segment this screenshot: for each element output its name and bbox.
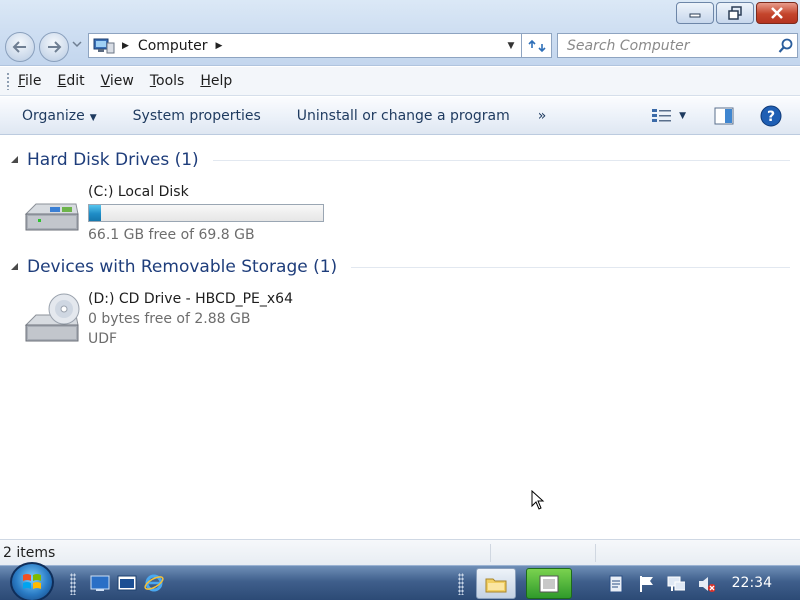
menu-edit[interactable]: Edit [57, 73, 84, 89]
search-input[interactable]: Search Computer [567, 38, 775, 54]
recent-pages-dropdown-icon[interactable] [72, 40, 82, 48]
item-count: 2 items [3, 544, 56, 561]
taskbar: 22:34 [0, 562, 800, 600]
app-window-icon [539, 575, 559, 592]
taskbar-grip[interactable] [70, 573, 76, 595]
show-desktop-icon[interactable] [90, 573, 110, 593]
menu-view[interactable]: View [101, 73, 134, 89]
taskbar-windows-explorer[interactable] [476, 568, 516, 599]
menu-help-access-key: H [200, 73, 211, 89]
drive-filesystem: UDF [88, 331, 118, 347]
refresh-button[interactable] [522, 33, 552, 58]
windows-logo-icon [23, 574, 41, 589]
group-divider [351, 266, 790, 268]
drive-name: (C:) Local Disk [88, 184, 189, 200]
restore-icon [728, 6, 742, 20]
action-center-flag-icon[interactable] [638, 575, 656, 593]
system-properties-button[interactable]: System properties [133, 108, 261, 124]
views-caret-icon[interactable]: ▼ [679, 111, 686, 121]
network-icon[interactable] [667, 575, 685, 593]
menu-file-access-key: F [18, 73, 26, 89]
minimize-icon [689, 13, 701, 18]
views-icon[interactable] [651, 107, 673, 125]
volume-muted-icon[interactable] [697, 575, 715, 593]
menu-file-label: ile [25, 73, 42, 89]
search-box[interactable]: Search Computer [557, 33, 798, 58]
preview-pane-icon[interactable] [714, 107, 734, 125]
switch-windows-icon[interactable] [117, 573, 137, 593]
menu-view-label: iew [109, 73, 134, 89]
menu-help[interactable]: Help [200, 73, 232, 89]
notes-tray-icon[interactable] [607, 575, 625, 593]
start-button[interactable] [10, 562, 54, 600]
uninstall-program-button[interactable]: Uninstall or change a program [297, 108, 510, 124]
status-separator [490, 544, 491, 562]
mouse-cursor-icon [531, 490, 545, 510]
group-title: Devices with Removable Storage (1) [27, 257, 338, 277]
taskbar-grip[interactable] [458, 573, 464, 595]
more-commands-button[interactable]: » [538, 108, 547, 124]
drive-info: (D:) CD Drive - HBCD_PE_x64 0 bytes free… [88, 289, 293, 349]
menu-edit-access-key: E [57, 73, 67, 89]
menu-tools-label: ools [156, 73, 185, 89]
close-icon [771, 7, 783, 19]
drive-free-space: 66.1 GB free of 69.8 GB [88, 227, 255, 243]
computer-icon [93, 38, 115, 53]
drive-item-d[interactable]: (D:) CD Drive - HBCD_PE_x64 0 bytes free… [22, 289, 293, 349]
menu-help-label: elp [210, 73, 233, 89]
forward-button[interactable] [39, 32, 69, 62]
close-button[interactable] [756, 2, 798, 24]
drive-name: (D:) CD Drive - HBCD_PE_x64 [88, 291, 293, 307]
window-controls [676, 2, 798, 24]
group-header-removable-storage[interactable]: Devices with Removable Storage (1) [0, 257, 800, 277]
cd-drive-icon [24, 293, 80, 342]
clock[interactable]: 22:34 [732, 575, 772, 591]
group-divider [212, 159, 790, 161]
disk-usage-bar [88, 204, 324, 222]
breadcrumb-expand-icon[interactable]: ▶ [216, 41, 223, 51]
group-header-hard-disk-drives[interactable]: Hard Disk Drives (1) [0, 150, 800, 170]
breadcrumb-computer[interactable]: Computer [138, 38, 208, 54]
disk-usage-fill [89, 205, 102, 221]
title-bar: ▶ Computer ▶ ▼ Search Computer [0, 0, 800, 66]
hard-disk-icon [24, 203, 79, 231]
status-bar: 2 items [0, 539, 800, 565]
menu-tools[interactable]: Tools [150, 73, 185, 89]
organize-caret-icon: ▼ [89, 112, 97, 123]
drive-free-space: 0 bytes free of 2.88 GB [88, 311, 251, 327]
back-arrow-icon [12, 41, 26, 53]
file-list: Hard Disk Drives (1) (C:) Local Disk 66.… [0, 136, 800, 538]
minimize-button[interactable] [676, 2, 714, 24]
drive-info: (C:) Local Disk 66.1 GB free of 69.8 GB [88, 182, 324, 245]
menu-grip [6, 72, 10, 90]
menu-bar: File Edit View Tools Help [0, 67, 800, 96]
maximize-button[interactable] [716, 2, 754, 24]
breadcrumb-separator-icon[interactable]: ▶ [122, 41, 129, 51]
taskbar-app-window[interactable] [526, 568, 572, 599]
svg-text:?: ? [767, 109, 775, 125]
forward-arrow-icon [48, 41, 62, 53]
collapse-triangle-icon[interactable] [10, 263, 19, 271]
group-title: Hard Disk Drives (1) [27, 150, 199, 170]
view-controls: ▼ ? [651, 97, 800, 135]
magnifier-icon[interactable] [775, 38, 797, 54]
menu-view-access-key: V [100, 73, 110, 89]
folder-icon [485, 578, 507, 592]
status-separator [595, 544, 596, 562]
address-dropdown-icon[interactable]: ▼ [501, 34, 521, 57]
collapse-triangle-icon[interactable] [10, 156, 19, 164]
internet-explorer-icon[interactable] [144, 573, 164, 593]
menu-edit-label: dit [66, 73, 85, 89]
command-bar: Organize ▼ System properties Uninstall or… [0, 97, 800, 135]
menu-file[interactable]: File [18, 73, 41, 89]
organize-button[interactable]: Organize ▼ [22, 108, 97, 124]
drive-item-c[interactable]: (C:) Local Disk 66.1 GB free of 69.8 GB [22, 182, 324, 245]
address-bar[interactable]: ▶ Computer ▶ ▼ [88, 33, 522, 58]
help-icon[interactable]: ? [760, 105, 782, 127]
organize-label: Organize [22, 107, 85, 124]
refresh-icon [527, 39, 546, 52]
back-button[interactable] [5, 32, 35, 62]
